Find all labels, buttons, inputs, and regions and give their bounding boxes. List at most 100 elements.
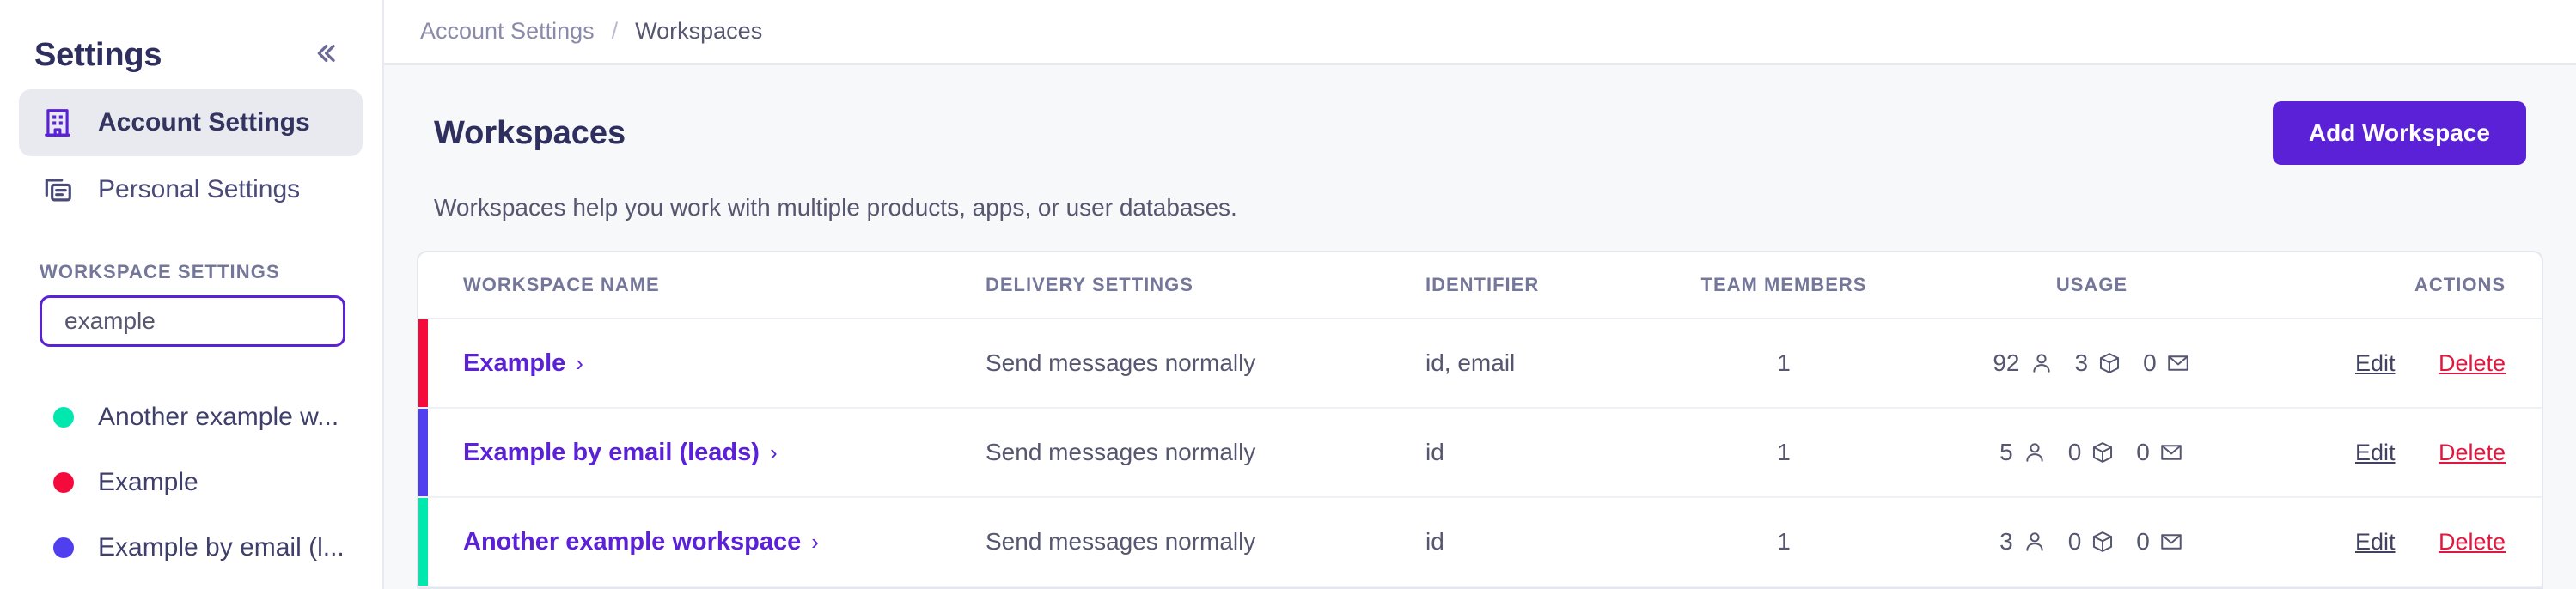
cell-delivery-settings: Send messages normally — [986, 528, 1256, 555]
sidebar-collapse-button[interactable] — [302, 33, 347, 77]
table-row: Another example workspace › Send message… — [418, 498, 2542, 587]
usage-emails-count: 0 — [2143, 349, 2157, 376]
breadcrumb-item-account-settings[interactable]: Account Settings — [403, 18, 612, 45]
sidebar-workspace-label: Example by email (l... — [98, 533, 342, 562]
person-icon — [2022, 529, 2048, 555]
delete-link[interactable]: Delete — [2439, 529, 2506, 555]
page-header: Workspaces Add Workspace — [417, 65, 2543, 165]
sidebar-item-label: Personal Settings — [98, 175, 301, 203]
sidebar-workspace-list: Another example w... Example Example by … — [0, 347, 382, 580]
envelope-icon — [2158, 529, 2184, 555]
cell-team-members: 1 — [1777, 528, 1791, 555]
table-row: Example › Send messages normally id, ema… — [418, 319, 2542, 409]
cube-icon — [2090, 529, 2115, 555]
column-header-actions: ACTIONS — [2414, 274, 2506, 295]
column-header-team-members: TEAM MEMBERS — [1700, 274, 1867, 295]
column-header-workspace-name: WORKSPACE NAME — [463, 274, 660, 295]
sidebar-title: Settings — [34, 36, 162, 73]
add-workspace-button[interactable]: Add Workspace — [2272, 101, 2526, 165]
breadcrumb-separator: / — [611, 18, 619, 44]
row-accent-bar — [418, 409, 428, 496]
workspace-color-dot-icon — [53, 472, 74, 493]
page-content: Workspaces Add Workspace Workspaces help… — [384, 65, 2576, 589]
breadcrumb-item-workspaces: Workspaces — [635, 18, 763, 44]
row-accent-bar — [418, 498, 428, 586]
sidebar-workspace-label: Example — [98, 468, 198, 496]
delete-link[interactable]: Delete — [2439, 440, 2506, 465]
workspace-name-link[interactable]: Example by email (leads) › — [463, 439, 778, 467]
workspace-name-text: Another example workspace — [463, 527, 802, 556]
edit-link[interactable]: Edit — [2355, 440, 2396, 465]
workspace-name-text: Example — [463, 349, 566, 377]
workspace-search-input[interactable] — [40, 295, 345, 347]
workspace-color-dot-icon — [53, 407, 74, 428]
sidebar-item-account-settings[interactable]: Account Settings — [19, 89, 363, 156]
usage-people-count: 3 — [1999, 528, 2013, 555]
envelope-icon — [2158, 440, 2184, 465]
breadcrumb: Account Settings / Workspaces — [384, 0, 2576, 65]
person-icon — [2022, 440, 2048, 465]
sidebar-workspace-item[interactable]: Example — [0, 450, 382, 515]
usage-objects-count: 3 — [2074, 349, 2089, 376]
cell-workspace-name: Example › — [418, 349, 986, 378]
cube-icon — [2090, 440, 2115, 465]
workspace-color-dot-icon — [53, 537, 74, 558]
cell-usage: 3 0 0 — [1908, 528, 2275, 556]
usage-objects-count: 0 — [2067, 528, 2082, 555]
sidebar-workspace-item[interactable]: Example by email (l... — [0, 515, 382, 580]
usage-people-count: 92 — [1993, 349, 2020, 376]
chevron-right-icon: › — [811, 528, 819, 555]
sidebar-workspace-label: Another example w... — [98, 403, 339, 431]
cell-team-members: 1 — [1777, 349, 1791, 376]
settings-page: Settings Account Settings Personal Setti… — [0, 0, 2576, 589]
workspace-name-text: Example by email (leads) — [463, 438, 760, 466]
cell-usage: 5 0 0 — [1908, 439, 2275, 466]
delete-link[interactable]: Delete — [2439, 350, 2506, 376]
usage-emails-count: 0 — [2136, 528, 2150, 555]
main-content: Account Settings / Workspaces Workspaces… — [384, 0, 2576, 589]
cell-delivery-settings: Send messages normally — [986, 439, 1256, 465]
edit-link[interactable]: Edit — [2355, 529, 2396, 555]
cell-identifier: id — [1425, 528, 1444, 555]
settings-sidebar: Settings Account Settings Personal Setti… — [0, 0, 384, 589]
usage-people-count: 5 — [1999, 439, 2013, 465]
chevron-double-left-icon — [308, 36, 342, 75]
sidebar-item-label: Account Settings — [98, 108, 310, 137]
workspace-search-wrap — [0, 283, 382, 347]
cell-identifier: id — [1425, 439, 1444, 465]
cell-usage: 92 3 0 — [1908, 349, 2275, 377]
edit-link[interactable]: Edit — [2355, 350, 2396, 376]
usage-objects-count: 0 — [2067, 439, 2082, 465]
cell-actions: Edit Delete — [2275, 440, 2542, 466]
envelope-icon — [2165, 350, 2191, 376]
workspace-name-link[interactable]: Example › — [463, 349, 583, 378]
person-icon — [2029, 350, 2054, 376]
sidebar-workspace-item[interactable]: Another example w... — [0, 385, 382, 450]
cards-copy-icon — [40, 172, 76, 208]
cell-delivery-settings: Send messages normally — [986, 349, 1256, 376]
sidebar-item-personal-settings[interactable]: Personal Settings — [19, 156, 363, 223]
page-title: Workspaces — [434, 114, 626, 151]
sidebar-nav: Account Settings Personal Settings — [0, 79, 382, 223]
row-accent-bar — [418, 319, 428, 407]
workspace-name-link[interactable]: Another example workspace › — [463, 528, 819, 556]
chevron-right-icon: › — [769, 439, 778, 465]
cell-workspace-name: Another example workspace › — [418, 528, 986, 556]
table-header-row: WORKSPACE NAME DELIVERY SETTINGS IDENTIF… — [418, 252, 2542, 319]
chevron-right-icon: › — [576, 349, 583, 376]
cell-actions: Edit Delete — [2275, 529, 2542, 556]
cell-actions: Edit Delete — [2275, 350, 2542, 377]
workspace-settings-section-label: WORKSPACE SETTINGS — [40, 261, 280, 282]
column-header-usage: USAGE — [2055, 274, 2128, 295]
usage-emails-count: 0 — [2136, 439, 2150, 465]
cube-icon — [2097, 350, 2122, 376]
building-icon — [40, 105, 76, 141]
table-row: Example by email (leads) › Send messages… — [418, 409, 2542, 498]
column-header-delivery-settings: DELIVERY SETTINGS — [986, 274, 1193, 295]
sidebar-header: Settings — [0, 0, 382, 79]
cell-identifier: id, email — [1425, 349, 1516, 376]
workspaces-table: WORKSPACE NAME DELIVERY SETTINGS IDENTIF… — [417, 251, 2543, 589]
cell-workspace-name: Example by email (leads) › — [418, 439, 986, 467]
cell-team-members: 1 — [1777, 439, 1791, 465]
page-description: Workspaces help you work with multiple p… — [434, 194, 1237, 221]
